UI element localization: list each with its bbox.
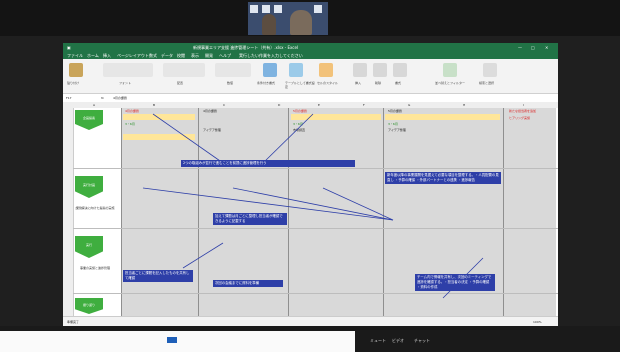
fx-icon[interactable]: fx [101, 96, 104, 100]
tab-insert[interactable]: 挿入 [103, 53, 111, 58]
delete-cells-icon[interactable] [373, 63, 387, 77]
column-header[interactable]: H [463, 103, 465, 107]
shared-screen-thumbnail[interactable] [0, 331, 355, 352]
tab-help[interactable]: ヘルプ [219, 53, 231, 58]
conditional-format-icon[interactable] [263, 63, 277, 77]
column-header[interactable]: D [278, 103, 280, 107]
tab-page-layout[interactable]: ページレイアウト [117, 53, 149, 58]
tab-view[interactable]: 表示 [191, 53, 199, 58]
worksheet-grid[interactable]: 企画提案 実行計画 課題解決に向けた提案の実施 実行 事業の実施と進捗管理 振り… [63, 108, 558, 316]
minimize-button[interactable]: — [518, 45, 522, 50]
column-header[interactable]: G [408, 103, 410, 107]
wall-panel [262, 5, 270, 13]
column-header[interactable]: F [363, 103, 365, 107]
tab-file[interactable]: ファイル [67, 53, 83, 58]
ribbon-tabs: ファイル ホーム 挿入 ページレイアウト 数式 データ 校閲 表示 開発 ヘルプ… [63, 52, 558, 59]
format-table-icon[interactable] [289, 63, 303, 77]
callout-note[interactable]: 新年度以降の事業展開を見据えて必要な項目を整理する。・人員配置の見直し ・予算の… [385, 172, 501, 184]
format-cells-icon[interactable] [393, 63, 407, 77]
participant-video[interactable] [248, 2, 328, 35]
column-header[interactable]: C [223, 103, 225, 107]
status-bar: 準備完了 100% [63, 316, 558, 326]
alignment-group[interactable] [163, 63, 205, 77]
delete-label: 削除 [375, 81, 382, 85]
conditional-format-label: 条件付き書式 [257, 81, 276, 85]
chat-button[interactable]: チャット [414, 338, 430, 343]
video-button[interactable]: ビデオ [392, 338, 404, 343]
column-header[interactable]: E [318, 103, 320, 107]
sort-filter-icon[interactable] [443, 63, 457, 77]
font-group-label: フォント [119, 81, 132, 85]
tab-developer[interactable]: 開発 [205, 53, 213, 58]
callout-note[interactable]: 2つの取組みが並行で進むことを前提に進捗管理を行う [181, 160, 355, 167]
window-title: 新規事業エリア支援 進捗管理シート（共有）.xlsx - Excel [193, 45, 299, 50]
find-select-label: 検索と選択 [479, 81, 495, 85]
alignment-label: 配置 [177, 81, 184, 85]
tell-me-input[interactable]: 実行したい作業を入力してください [239, 53, 303, 58]
cell-styles-icon[interactable] [319, 63, 333, 77]
callout-note[interactable]: 次回の会議までに資料を準備 [213, 280, 283, 287]
participant-figure [262, 14, 276, 35]
status-text: 準備完了 [67, 320, 80, 324]
insert-cells-icon[interactable] [353, 63, 367, 77]
logo-icon [167, 337, 177, 343]
wall-panel [250, 5, 258, 13]
mute-button[interactable]: ミュート [370, 338, 386, 343]
maximize-button[interactable]: □ [531, 45, 535, 50]
close-button[interactable]: ✕ [545, 45, 548, 50]
name-box[interactable]: F17 [66, 96, 72, 100]
column-header[interactable]: A [93, 103, 95, 107]
participant-figure [290, 10, 312, 35]
font-group[interactable] [103, 63, 153, 77]
column-header[interactable]: B [153, 103, 155, 107]
title-bar: ▣ 新規事業エリア支援 進捗管理シート（共有）.xlsx - Excel — □… [63, 43, 558, 52]
tab-review[interactable]: 校閲 [177, 53, 185, 58]
format-label: 書式 [395, 81, 402, 85]
paste-label: 貼り付け [67, 81, 80, 85]
find-select-icon[interactable] [483, 63, 497, 77]
formula-input[interactable]: 4月の課題 [113, 96, 127, 100]
number-group[interactable] [215, 63, 251, 77]
column-header[interactable]: I [523, 103, 524, 107]
format-table-label: テーブルとして書式設定 [285, 81, 315, 89]
callout-note[interactable]: 加えて課題は月ごとに整理し担当者が確認できるように記載する [213, 213, 287, 225]
callout-note[interactable]: 担当者ごとに課題を記入したものを共有して確認 [123, 270, 193, 282]
cell-styles-label: セルのスタイル [317, 81, 339, 85]
excel-window: ▣ 新規事業エリア支援 進捗管理シート（共有）.xlsx - Excel — □… [63, 43, 558, 326]
sort-filter-label: 並べ替えとフィルター [435, 81, 465, 85]
ribbon: 貼り付け フォント 配置 数値 条件付き書式 テーブルとして書式設定 セルのスタ… [63, 59, 558, 94]
wall-panel [274, 5, 282, 13]
insert-label: 挿入 [355, 81, 362, 85]
wall-panel [314, 5, 322, 13]
zoom-level[interactable]: 100% [533, 320, 542, 324]
callout-note[interactable]: チーム内で情報を共有し、次回のミーティングで進捗を確認する。・担当者の決定 ・予… [415, 274, 495, 291]
tab-formulas[interactable]: 数式 [149, 53, 157, 58]
paste-icon[interactable] [69, 63, 83, 77]
number-label: 数値 [227, 81, 234, 85]
tab-data[interactable]: データ [161, 53, 173, 58]
autosave-icon[interactable]: ▣ [67, 45, 71, 50]
tab-home[interactable]: ホーム [87, 53, 99, 58]
